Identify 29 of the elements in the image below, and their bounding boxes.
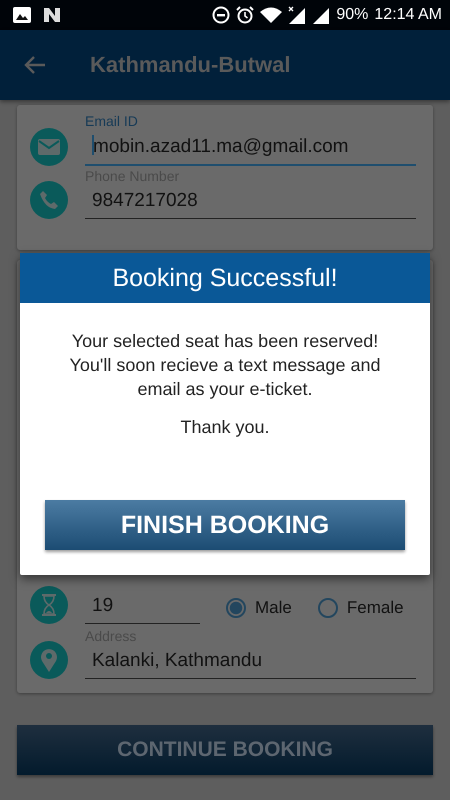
alarm-icon [236,6,254,24]
radio-label: Male [255,598,292,618]
signal-icon [288,6,306,24]
text-field[interactable]: Kalanki, Kathmandu [85,650,416,679]
image-icon [13,7,31,23]
clock: 12:14 AM [374,6,442,24]
envelope-icon [30,128,68,166]
hourglass-icon [30,586,68,624]
dialog-message: Your selected seat has been reserved! You'll soon recieve a text message and email as your e-ticket. [68,330,382,401]
radio-button[interactable] [318,598,338,618]
continue-booking-button[interactable]: CONTINUE BOOKING [17,725,433,775]
text-field[interactable]: mobin.azad11.ma@gmail.com [85,135,416,166]
age-field[interactable]: 19 [85,595,200,624]
battery-level: 90% [336,6,368,24]
dialog-title: Booking Successful! [20,253,430,303]
radio-label: Female [346,598,404,618]
signal-icon [312,6,330,24]
text-field[interactable]: 9847217028 [85,190,416,219]
dialog-thanks: Thank you. [180,416,270,439]
field-label: Email ID [85,113,139,129]
n-icon [43,7,61,23]
phone-icon [30,181,68,219]
back-arrow-icon[interactable] [24,56,46,74]
location-pin-icon [30,641,68,679]
wifi-icon [260,7,282,23]
finish-booking-button[interactable]: FINISH BOOKING [45,500,405,550]
do-not-disturb-icon [212,6,230,24]
screen-title: Kathmandu-Butwal [90,52,290,78]
radio-button[interactable] [226,598,246,618]
